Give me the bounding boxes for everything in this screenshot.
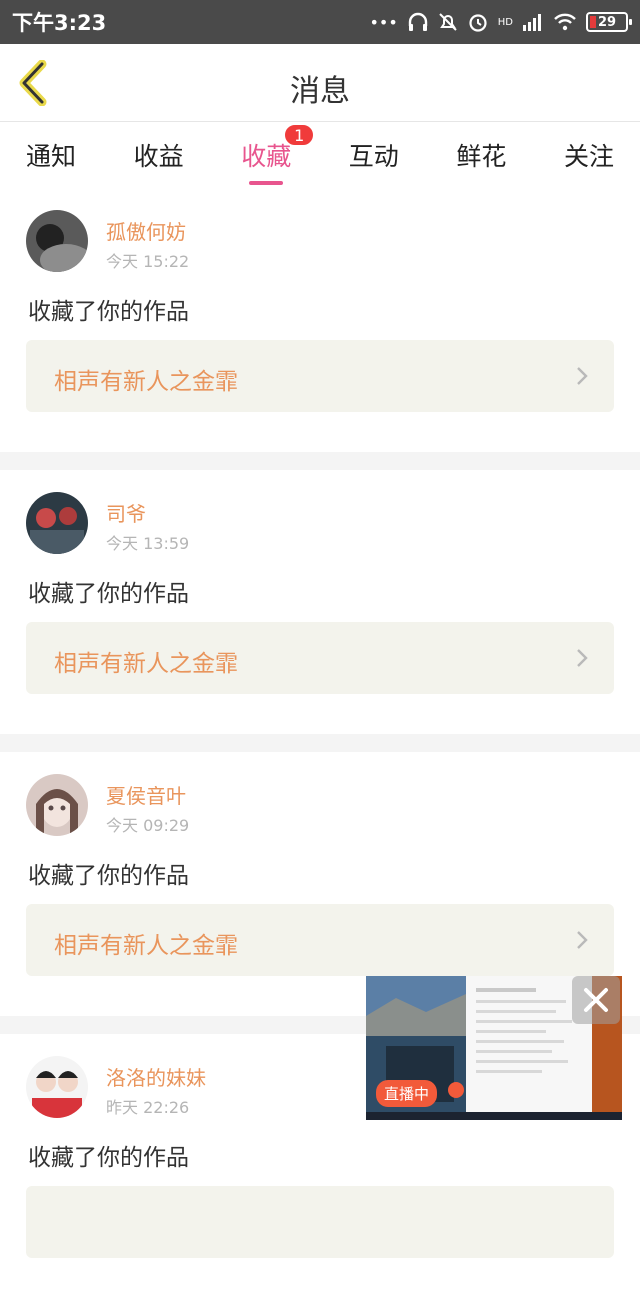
close-icon — [584, 988, 608, 1012]
message-card: 司爷 今天 13:59 收藏了你的作品 相声有新人之金霏 — [0, 470, 640, 734]
wifi-icon — [554, 13, 576, 31]
close-mini-player-button[interactable] — [572, 976, 620, 1024]
work-title: 相声有新人之金霏 — [54, 369, 238, 395]
tab-earnings[interactable]: 收益 — [134, 133, 184, 173]
timestamp: 今天 13:59 — [106, 534, 190, 553]
signal-icon — [523, 14, 541, 31]
more-dots-icon: ••• — [369, 12, 398, 32]
chevron-right-icon — [577, 367, 588, 385]
username[interactable]: 夏侯音叶 — [106, 780, 186, 809]
work-title: 相声有新人之金霏 — [54, 651, 238, 677]
timestamp: 今天 09:29 — [106, 816, 190, 835]
action-text: 收藏了你的作品 — [28, 581, 189, 607]
active-tab-indicator — [249, 181, 284, 185]
headphones-icon — [408, 12, 427, 31]
timestamp: 昨天 22:26 — [106, 1098, 190, 1117]
message-card: 孤傲何妨 今天 15:22 收藏了你的作品 相声有新人之金霏 — [0, 188, 640, 452]
timestamp: 今天 15:22 — [106, 252, 190, 271]
status-time: 下午3:23 — [12, 11, 107, 35]
unread-badge: 1 — [283, 123, 316, 147]
battery-indicator: 29 — [586, 12, 632, 32]
alarm-icon — [469, 14, 487, 32]
page-title: 消息 — [290, 74, 350, 109]
work-title: 相声有新人之金霏 — [54, 933, 238, 959]
mute-bell-icon — [439, 13, 457, 31]
username[interactable]: 洛洛的妹妹 — [106, 1062, 206, 1091]
action-text: 收藏了你的作品 — [28, 1145, 189, 1171]
work-link[interactable] — [26, 1186, 614, 1258]
divider — [0, 734, 640, 752]
message-list: 孤傲何妨 今天 15:22 收藏了你的作品 相声有新人之金霏 司爷 今天 13:… — [0, 188, 640, 1298]
live-dot — [448, 1082, 464, 1098]
avatar[interactable] — [26, 774, 88, 836]
nav-bar: 消息 — [0, 44, 640, 122]
tab-following[interactable]: 关注 — [564, 133, 614, 173]
chevron-right-icon — [577, 649, 588, 667]
status-icons: ••• HD 29 — [369, 11, 632, 33]
action-text: 收藏了你的作品 — [28, 863, 189, 889]
tab-bar: 通知 收益 收藏 1 互动 鲜花 关注 — [0, 122, 640, 185]
tab-flowers[interactable]: 鲜花 — [456, 133, 506, 173]
action-text: 收藏了你的作品 — [28, 299, 189, 325]
avatar[interactable] — [26, 492, 88, 554]
divider — [0, 452, 640, 470]
avatar[interactable] — [26, 210, 88, 272]
username[interactable]: 司爷 — [106, 498, 146, 527]
avatar[interactable] — [26, 1056, 88, 1118]
signal-hd-label: HD — [497, 16, 513, 28]
status-bar: 下午3:23 ••• HD 29 — [0, 0, 640, 44]
tab-notifications[interactable]: 通知 — [26, 133, 76, 173]
live-status-label: 直播中 — [376, 1080, 438, 1107]
work-link[interactable]: 相声有新人之金霏 — [26, 340, 614, 412]
username[interactable]: 孤傲何妨 — [106, 216, 186, 245]
tab-interactions[interactable]: 互动 — [349, 133, 399, 173]
work-link[interactable]: 相声有新人之金霏 — [26, 622, 614, 694]
chevron-right-icon — [577, 931, 588, 949]
work-link[interactable]: 相声有新人之金霏 — [26, 904, 614, 976]
tab-favorites[interactable]: 收藏 1 — [241, 123, 316, 185]
